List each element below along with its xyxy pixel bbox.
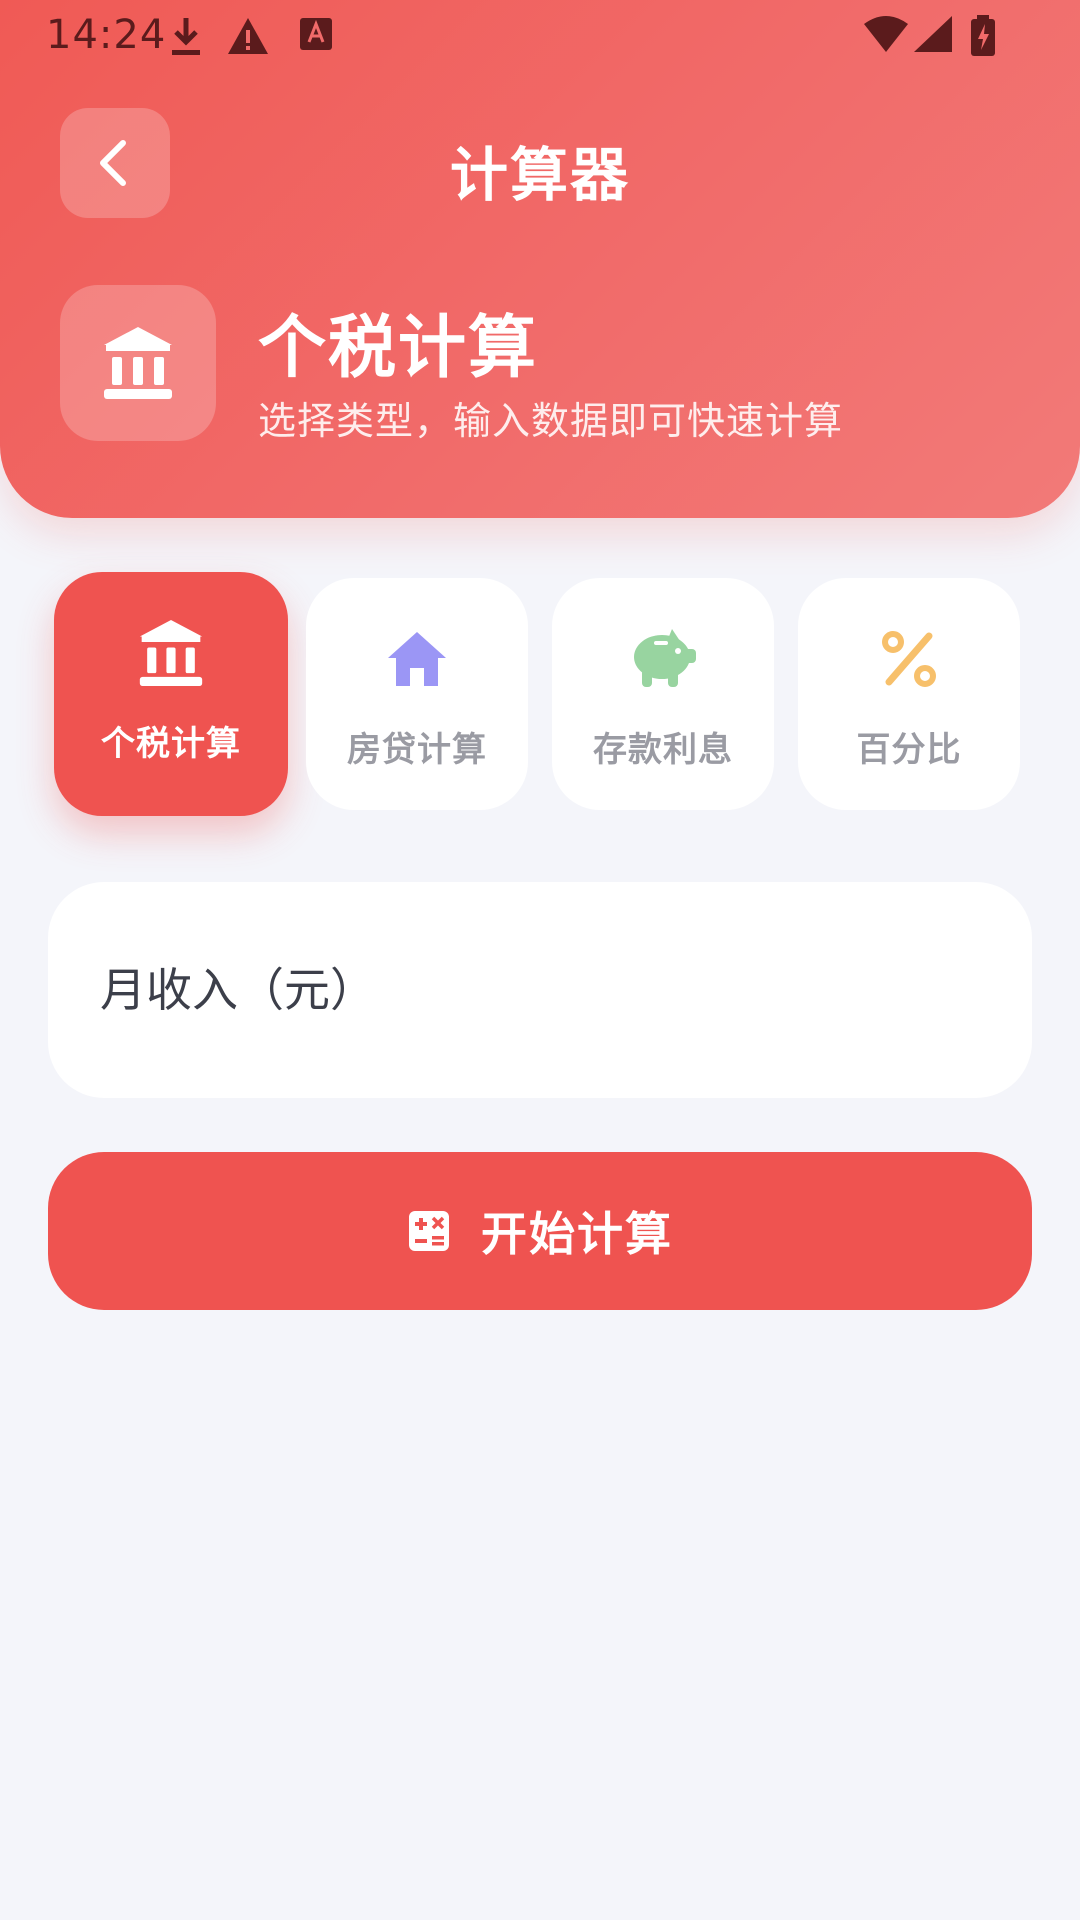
wifi-icon [862,14,910,54]
tab-income-tax[interactable]: 个税计算 [54,572,288,816]
start-calculate-button[interactable]: 开始计算 [48,1152,1032,1310]
bank-icon [104,327,172,399]
piggy-bank-icon [634,629,696,687]
tab-percentage[interactable]: 百分比 [798,578,1020,810]
calculator-page: 14:24 计算器 个税计算 选择类型，输入数据即可快速计算 个税计算 房贷计算… [0,0,1080,1920]
header: 14:24 计算器 个税计算 选择类型，输入数据即可快速计算 [0,0,1080,518]
income-input[interactable] [100,882,980,1098]
battery-charging-icon [968,14,998,58]
tab-label: 房贷计算 [347,730,487,770]
income-input-card [48,882,1032,1098]
status-time: 14:24 [46,12,167,58]
tab-mortgage[interactable]: 房贷计算 [306,578,528,810]
tab-label: 百分比 [856,730,962,770]
signal-icon [912,14,954,54]
hero-subtitle: 选择类型，输入数据即可快速计算 [258,399,844,443]
status-bar: 14:24 [0,0,1080,72]
text-a-icon [298,14,334,54]
tab-deposit-interest[interactable]: 存款利息 [552,578,774,810]
tab-label: 个税计算 [101,724,241,764]
download-icon [166,14,206,58]
house-icon [388,632,446,686]
tab-label: 存款利息 [593,730,733,770]
calculator-icon [409,1211,449,1251]
warning-icon [226,14,270,58]
bank-icon [139,620,203,686]
percent-icon [882,631,936,687]
start-calculate-label: 开始计算 [481,1208,673,1260]
hero-icon-box [60,285,216,441]
page-title: 计算器 [449,141,630,209]
hero-title: 个税计算 [258,309,539,388]
